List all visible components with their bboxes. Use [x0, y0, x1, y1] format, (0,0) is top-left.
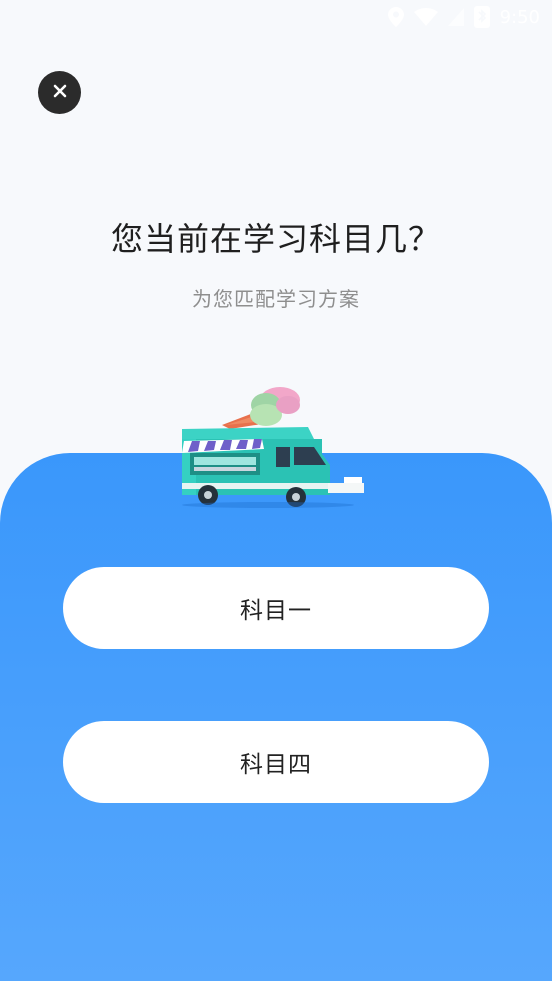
bluetooth-icon: [473, 6, 490, 28]
location-icon: [387, 7, 404, 27]
page-subtitle: 为您匹配学习方案: [192, 287, 360, 311]
ice-cream-truck-illustration: [168, 383, 368, 508]
option-subject-one-button[interactable]: 科目一: [63, 567, 489, 649]
status-time: 9:50: [499, 6, 540, 28]
close-button[interactable]: [38, 71, 81, 114]
page-title: 您当前在学习科目几？: [110, 220, 441, 258]
options-panel: [0, 453, 552, 981]
wifi-icon: [413, 8, 438, 26]
status-bar: 9:50: [0, 0, 552, 40]
signal-icon: [447, 8, 464, 26]
status-icons: 9:50: [387, 6, 540, 28]
option-subject-four-button[interactable]: 科目四: [63, 721, 489, 803]
close-icon: [53, 83, 67, 102]
